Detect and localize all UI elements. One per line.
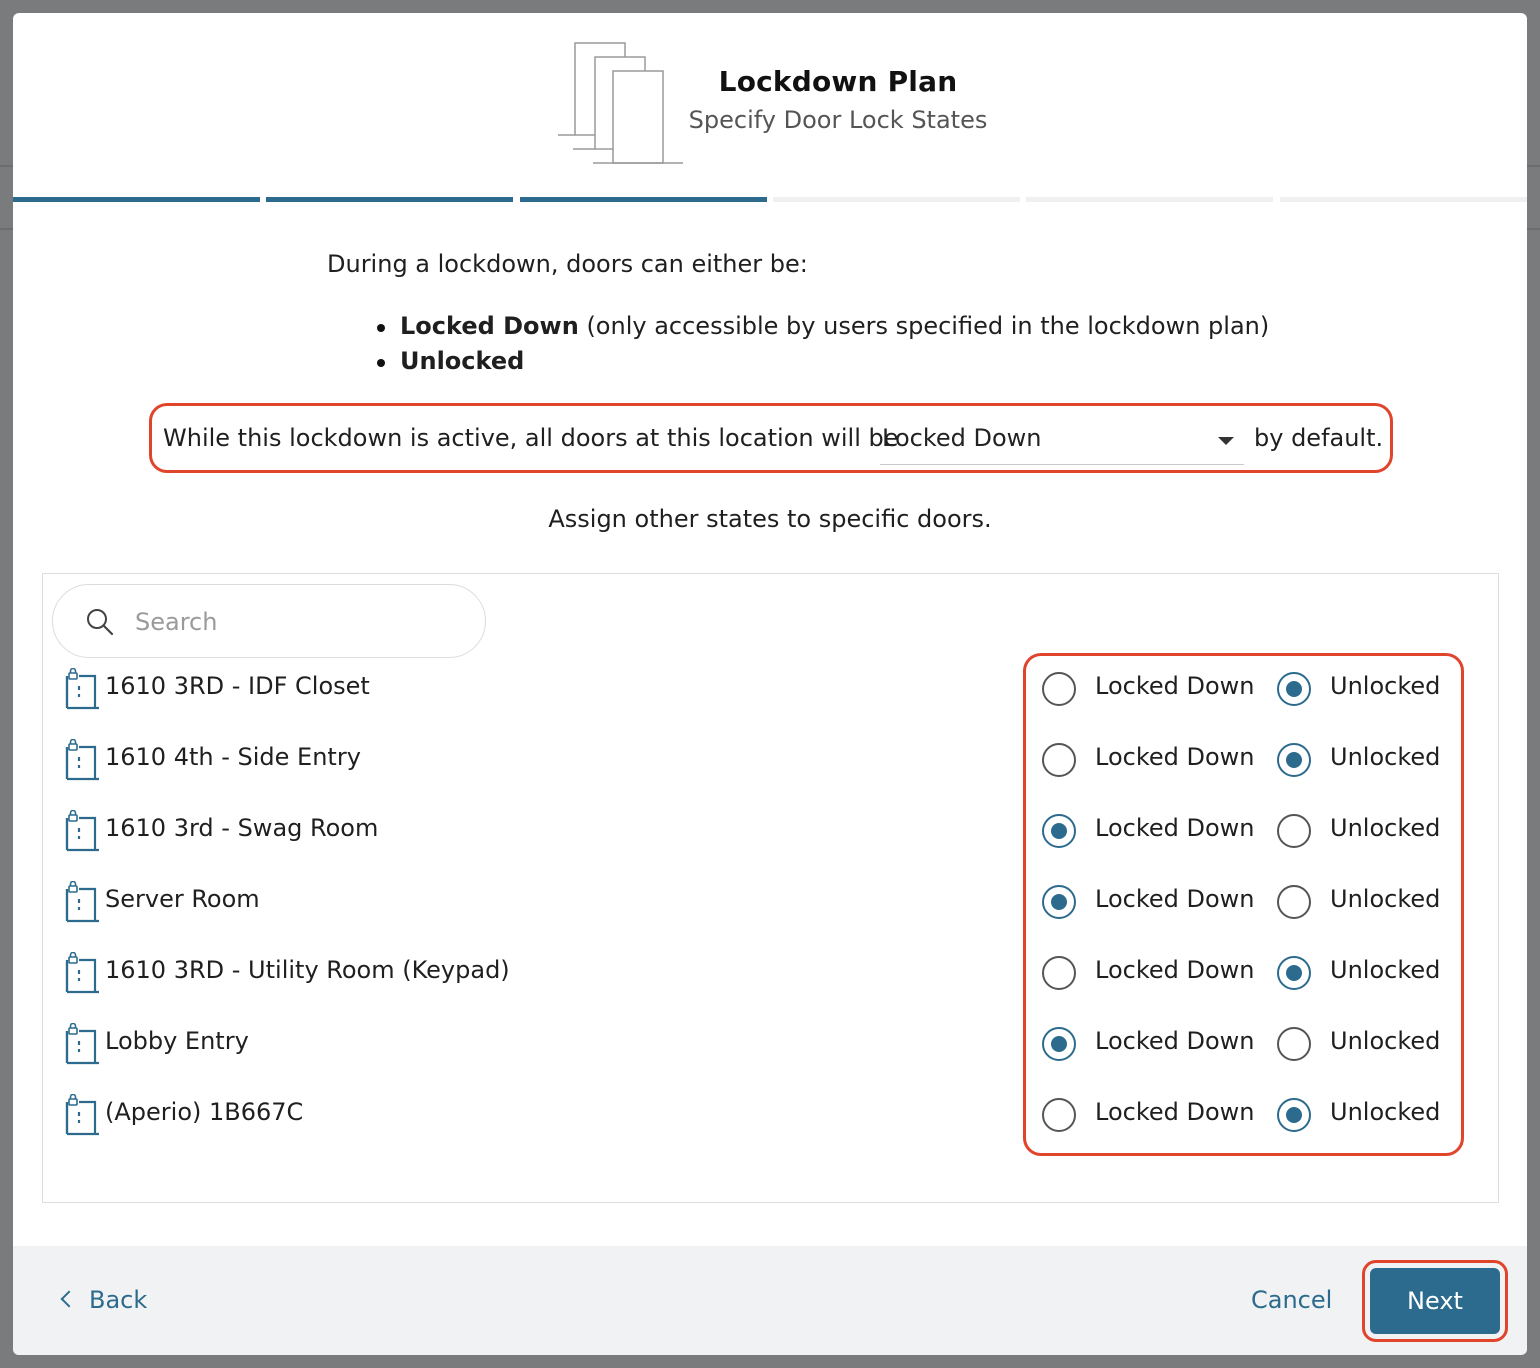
default-state-prefix: While this lockdown is active, all doors… bbox=[163, 424, 899, 452]
progress-step bbox=[773, 197, 1020, 202]
state-name: Locked Down bbox=[400, 312, 579, 340]
radio-unlocked[interactable] bbox=[1277, 885, 1311, 919]
header-titles: Lockdown Plan Specify Door Lock States bbox=[653, 65, 1023, 134]
door-lock-icon bbox=[63, 809, 103, 852]
door-row: Server Room Locked Down Unlocked bbox=[13, 880, 1527, 925]
chevron-left-icon bbox=[60, 1290, 78, 1308]
modal-header: Lockdown Plan Specify Door Lock States bbox=[13, 13, 1527, 198]
caret-down-icon bbox=[1218, 437, 1234, 445]
radio-label-unlocked: Unlocked bbox=[1330, 814, 1441, 842]
door-name: 1610 3RD - Utility Room (Keypad) bbox=[105, 956, 510, 984]
progress-step bbox=[13, 197, 260, 202]
door-lock-icon bbox=[63, 667, 103, 710]
door-lock-icon bbox=[63, 1093, 103, 1136]
radio-label-locked: Locked Down bbox=[1095, 743, 1255, 771]
progress-step bbox=[1026, 197, 1273, 202]
lockdown-plan-modal: Lockdown Plan Specify Door Lock States D… bbox=[13, 13, 1527, 1355]
door-name: (Aperio) 1B667C bbox=[105, 1098, 304, 1126]
door-row: (Aperio) 1B667C Locked Down Unlocked bbox=[13, 1093, 1527, 1138]
radio-unlocked[interactable] bbox=[1277, 1098, 1311, 1132]
door-lock-icon bbox=[63, 880, 103, 923]
radio-label-unlocked: Unlocked bbox=[1330, 1098, 1441, 1126]
progress-step bbox=[1280, 197, 1527, 202]
radio-locked[interactable] bbox=[1042, 814, 1076, 848]
door-row: 1610 3RD - Utility Room (Keypad) Locked D… bbox=[13, 951, 1527, 996]
page-subtitle: Specify Door Lock States bbox=[688, 106, 988, 134]
page-title: Lockdown Plan bbox=[718, 65, 958, 98]
assign-instructions: Assign other states to specific doors. bbox=[548, 505, 992, 533]
radio-label-unlocked: Unlocked bbox=[1330, 672, 1441, 700]
back-button[interactable]: Back bbox=[60, 1286, 148, 1314]
progress-step bbox=[266, 197, 513, 202]
state-list-item: Locked Down (only accessible by users sp… bbox=[375, 309, 1269, 344]
radio-label-unlocked: Unlocked bbox=[1330, 1027, 1441, 1055]
next-button[interactable]: Next bbox=[1370, 1268, 1500, 1334]
search-input[interactable] bbox=[133, 601, 467, 643]
radio-unlocked[interactable] bbox=[1277, 743, 1311, 777]
progress-step bbox=[520, 197, 767, 202]
radio-label-locked: Locked Down bbox=[1095, 885, 1255, 913]
radio-locked[interactable] bbox=[1042, 885, 1076, 919]
radio-locked[interactable] bbox=[1042, 1098, 1076, 1132]
door-row: Lobby Entry Locked Down Unlocked bbox=[13, 1022, 1527, 1067]
door-name: 1610 3rd - Swag Room bbox=[105, 814, 379, 842]
radio-label-unlocked: Unlocked bbox=[1330, 743, 1441, 771]
back-label: Back bbox=[89, 1286, 148, 1314]
door-row: 1610 3RD - IDF Closet Locked Down Unlocked bbox=[13, 667, 1527, 712]
radio-label-locked: Locked Down bbox=[1095, 814, 1255, 842]
step-progress-bar bbox=[13, 197, 1527, 202]
radio-label-locked: Locked Down bbox=[1095, 956, 1255, 984]
state-list-item: Unlocked bbox=[375, 344, 1269, 379]
default-state-select[interactable]: Locked Down bbox=[880, 421, 1244, 465]
door-name: Lobby Entry bbox=[105, 1027, 249, 1055]
modal-footer: Back Cancel bbox=[13, 1246, 1527, 1355]
radio-locked[interactable] bbox=[1042, 743, 1076, 777]
door-row: 1610 3rd - Swag Room Locked Down Unlocked bbox=[13, 809, 1527, 854]
radio-label-locked: Locked Down bbox=[1095, 1027, 1255, 1055]
door-name: 1610 3RD - IDF Closet bbox=[105, 672, 370, 700]
door-lock-icon bbox=[63, 951, 103, 994]
radio-locked[interactable] bbox=[1042, 956, 1076, 990]
cancel-button[interactable]: Cancel bbox=[1251, 1286, 1332, 1314]
default-state-suffix: by default. bbox=[1254, 424, 1384, 452]
radio-label-locked: Locked Down bbox=[1095, 1098, 1255, 1126]
radio-label-locked: Locked Down bbox=[1095, 672, 1255, 700]
intro-text: During a lockdown, doors can either be: bbox=[327, 250, 808, 278]
door-name: Server Room bbox=[105, 885, 260, 913]
radio-label-unlocked: Unlocked bbox=[1330, 885, 1441, 913]
search-box bbox=[52, 584, 486, 658]
state-description: (only accessible by users specified in t… bbox=[578, 312, 1270, 340]
search-icon bbox=[87, 609, 114, 636]
door-lock-icon bbox=[63, 738, 103, 781]
radio-locked[interactable] bbox=[1042, 672, 1076, 706]
radio-unlocked[interactable] bbox=[1277, 814, 1311, 848]
default-state-value: Locked Down bbox=[882, 424, 1042, 452]
radio-label-unlocked: Unlocked bbox=[1330, 956, 1441, 984]
state-list: Locked Down (only accessible by users sp… bbox=[375, 309, 1269, 379]
door-name: 1610 4th - Side Entry bbox=[105, 743, 361, 771]
radio-unlocked[interactable] bbox=[1277, 1027, 1311, 1061]
door-lock-icon bbox=[63, 1022, 103, 1065]
state-name: Unlocked bbox=[400, 347, 525, 375]
door-row: 1610 4th - Side Entry Locked Down Unlocked bbox=[13, 738, 1527, 783]
radio-locked[interactable] bbox=[1042, 1027, 1076, 1061]
radio-unlocked[interactable] bbox=[1277, 956, 1311, 990]
radio-unlocked[interactable] bbox=[1277, 672, 1311, 706]
